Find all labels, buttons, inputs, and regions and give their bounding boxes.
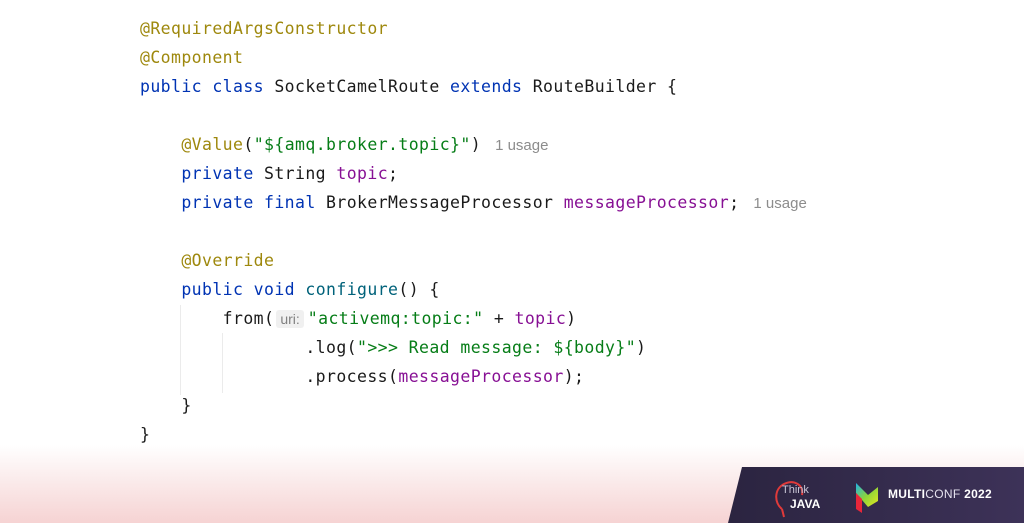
code-token: @RequiredArgsConstructor xyxy=(140,19,389,38)
code-token: } xyxy=(140,425,151,444)
code-line[interactable]: @Override xyxy=(140,248,807,277)
code-token: topic xyxy=(514,309,567,328)
code-line[interactable]: public void configure() { xyxy=(140,277,807,306)
code-line[interactable]: @RequiredArgsConstructor xyxy=(140,16,807,45)
code-token: .log( xyxy=(140,338,358,357)
code-line[interactable]: .process(messageProcessor); xyxy=(140,364,807,393)
code-token: private xyxy=(181,164,265,183)
code-token: ); xyxy=(563,367,585,386)
code-token: "activemq:topic:" xyxy=(307,309,484,328)
code-line[interactable]: } xyxy=(140,422,807,451)
code-token: ( xyxy=(243,135,254,154)
code-line[interactable] xyxy=(140,103,807,132)
code-token: String xyxy=(264,164,337,183)
conference-footer: Think JAVA MULTICONF 2022 xyxy=(728,467,1024,523)
code-token: messageProcessor xyxy=(398,367,564,386)
multiconf-title: MULTICONF 2022 xyxy=(888,487,993,501)
code-token: public class xyxy=(140,77,275,96)
code-token: @Value xyxy=(181,135,244,154)
parameter-hint: uri: xyxy=(276,310,304,328)
code-token: from( xyxy=(140,309,275,328)
java-label: JAVA xyxy=(790,497,821,511)
code-token: @Component xyxy=(140,48,244,67)
code-token: () { xyxy=(398,280,440,299)
code-token: public void xyxy=(181,280,306,299)
usage-hint[interactable]: 1 usage xyxy=(495,137,548,154)
code-line[interactable]: from(uri: "activemq:topic:" + topic) xyxy=(140,306,807,335)
code-token: extends xyxy=(450,77,533,96)
code-token: messageProcessor xyxy=(563,193,730,212)
code-token: BrokerMessageProcessor xyxy=(326,193,564,212)
usage-hint[interactable]: 1 usage xyxy=(753,195,806,212)
code-token: ) xyxy=(470,135,482,154)
code-token: + xyxy=(483,309,515,328)
code-token: configure xyxy=(305,280,399,299)
code-line[interactable]: } xyxy=(140,393,807,422)
code-token: ; xyxy=(388,164,399,183)
code-token: "${amq.broker.topic}" xyxy=(253,135,471,154)
code-editor[interactable]: @RequiredArgsConstructor @Component public… xyxy=(140,16,807,451)
code-token: topic xyxy=(336,164,389,183)
code-line[interactable]: @Component xyxy=(140,45,807,74)
code-token: ">>> Read message: ${body}" xyxy=(357,338,637,357)
code-line[interactable] xyxy=(140,219,807,248)
code-line[interactable]: @Value("${amq.broker.topic}") 1 usage xyxy=(140,132,807,161)
code-line[interactable]: private final BrokerMessageProcessor mes… xyxy=(140,190,806,219)
code-token: private final xyxy=(181,193,327,212)
code-line[interactable]: public class SocketCamelRoute extends Ro… xyxy=(140,74,807,103)
code-token: SocketCamelRoute xyxy=(274,77,451,96)
code-line[interactable]: private String topic; xyxy=(140,161,807,190)
code-token: ) xyxy=(566,309,577,328)
code-line[interactable]: .log(">>> Read message: ${body}") xyxy=(140,335,807,364)
code-token: RouteBuilder { xyxy=(532,77,678,96)
indent-guide xyxy=(180,305,181,395)
code-token: } xyxy=(140,396,192,415)
indent-guide xyxy=(222,333,223,393)
code-token: ) xyxy=(636,338,647,357)
code-token: ; xyxy=(729,193,740,212)
code-token: @Override xyxy=(181,251,275,270)
think-label: Think xyxy=(782,484,809,496)
multiconf-logo-icon xyxy=(856,483,878,513)
code-token: .process( xyxy=(140,367,399,386)
